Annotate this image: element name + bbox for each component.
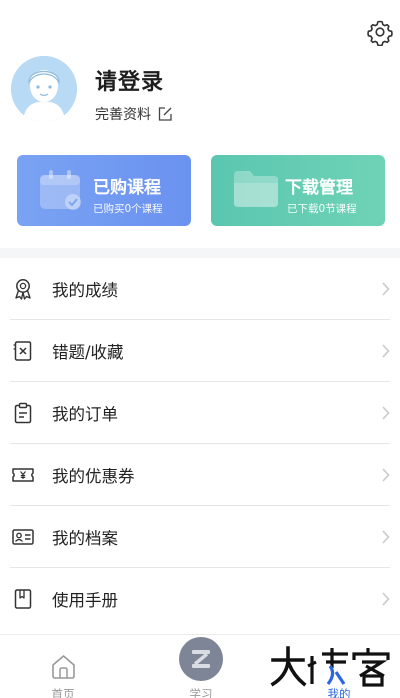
menu-item-coupons[interactable]: 我的优惠券	[0, 444, 400, 506]
settings-button[interactable]	[366, 18, 394, 47]
tab-study[interactable]: 学习	[170, 635, 232, 698]
login-title[interactable]: 请登录	[95, 64, 164, 96]
error-book-icon	[13, 341, 32, 361]
chevron-right-icon	[382, 468, 390, 482]
chevron-right-icon	[382, 344, 390, 358]
chevron-right-icon	[382, 282, 390, 296]
study-icon	[192, 650, 210, 668]
chevron-right-icon	[382, 406, 390, 420]
tab-home[interactable]: 首页	[32, 635, 94, 698]
chevron-right-icon	[382, 592, 390, 606]
watermark-logo	[270, 646, 390, 687]
menu-item-scores[interactable]: 我的成绩	[0, 258, 400, 320]
purchased-courses-count: 已购买0个课程	[93, 203, 163, 215]
tab-home-label: 首页	[51, 687, 75, 698]
calendar-icon	[40, 170, 81, 210]
menu-item-manual[interactable]: 使用手册	[0, 568, 400, 630]
menu-item-label: 我的成绩	[52, 281, 118, 300]
section-divider	[0, 248, 400, 258]
menu-item-mistakes-favorites[interactable]: 错题/收藏	[0, 320, 400, 382]
menu-item-label: 我的档案	[52, 529, 118, 548]
download-management-card[interactable]: 下载管理 已下载0节课程	[211, 155, 385, 226]
purchased-courses-card[interactable]: 已购课程 已购买0个课程	[17, 155, 191, 226]
coupon-icon	[12, 468, 34, 482]
menu-item-archive[interactable]: 我的档案	[0, 506, 400, 568]
menu-item-label: 我的订单	[52, 405, 118, 424]
menu-item-label: 我的优惠券	[52, 467, 135, 486]
study-button[interactable]	[179, 637, 223, 681]
purchased-courses-title: 已购课程	[93, 178, 161, 198]
download-count: 已下载0节课程	[287, 203, 357, 215]
edit-profile-link[interactable]: 完善资料	[95, 104, 173, 124]
tab-study-label: 学习	[189, 687, 213, 698]
download-management-title: 下载管理	[285, 178, 353, 198]
menu-item-label: 使用手册	[52, 591, 118, 610]
manual-icon	[14, 589, 32, 609]
medal-icon	[15, 279, 31, 300]
edit-icon	[158, 107, 172, 121]
folder-icon	[234, 171, 278, 207]
home-icon	[52, 655, 75, 679]
clipboard-icon	[14, 402, 32, 424]
gear-icon	[367, 20, 393, 47]
menu-list: 我的成绩 错题/收藏 我的订单 我的优惠券 我的档案 使用手册	[0, 258, 400, 630]
edit-profile-label: 完善资料	[95, 107, 151, 123]
chevron-right-icon	[382, 530, 390, 544]
menu-item-orders[interactable]: 我的订单	[0, 382, 400, 444]
avatar[interactable]	[11, 56, 77, 122]
user-avatar-icon	[11, 56, 77, 122]
id-card-icon	[12, 529, 34, 545]
menu-item-label: 错题/收藏	[52, 343, 124, 362]
